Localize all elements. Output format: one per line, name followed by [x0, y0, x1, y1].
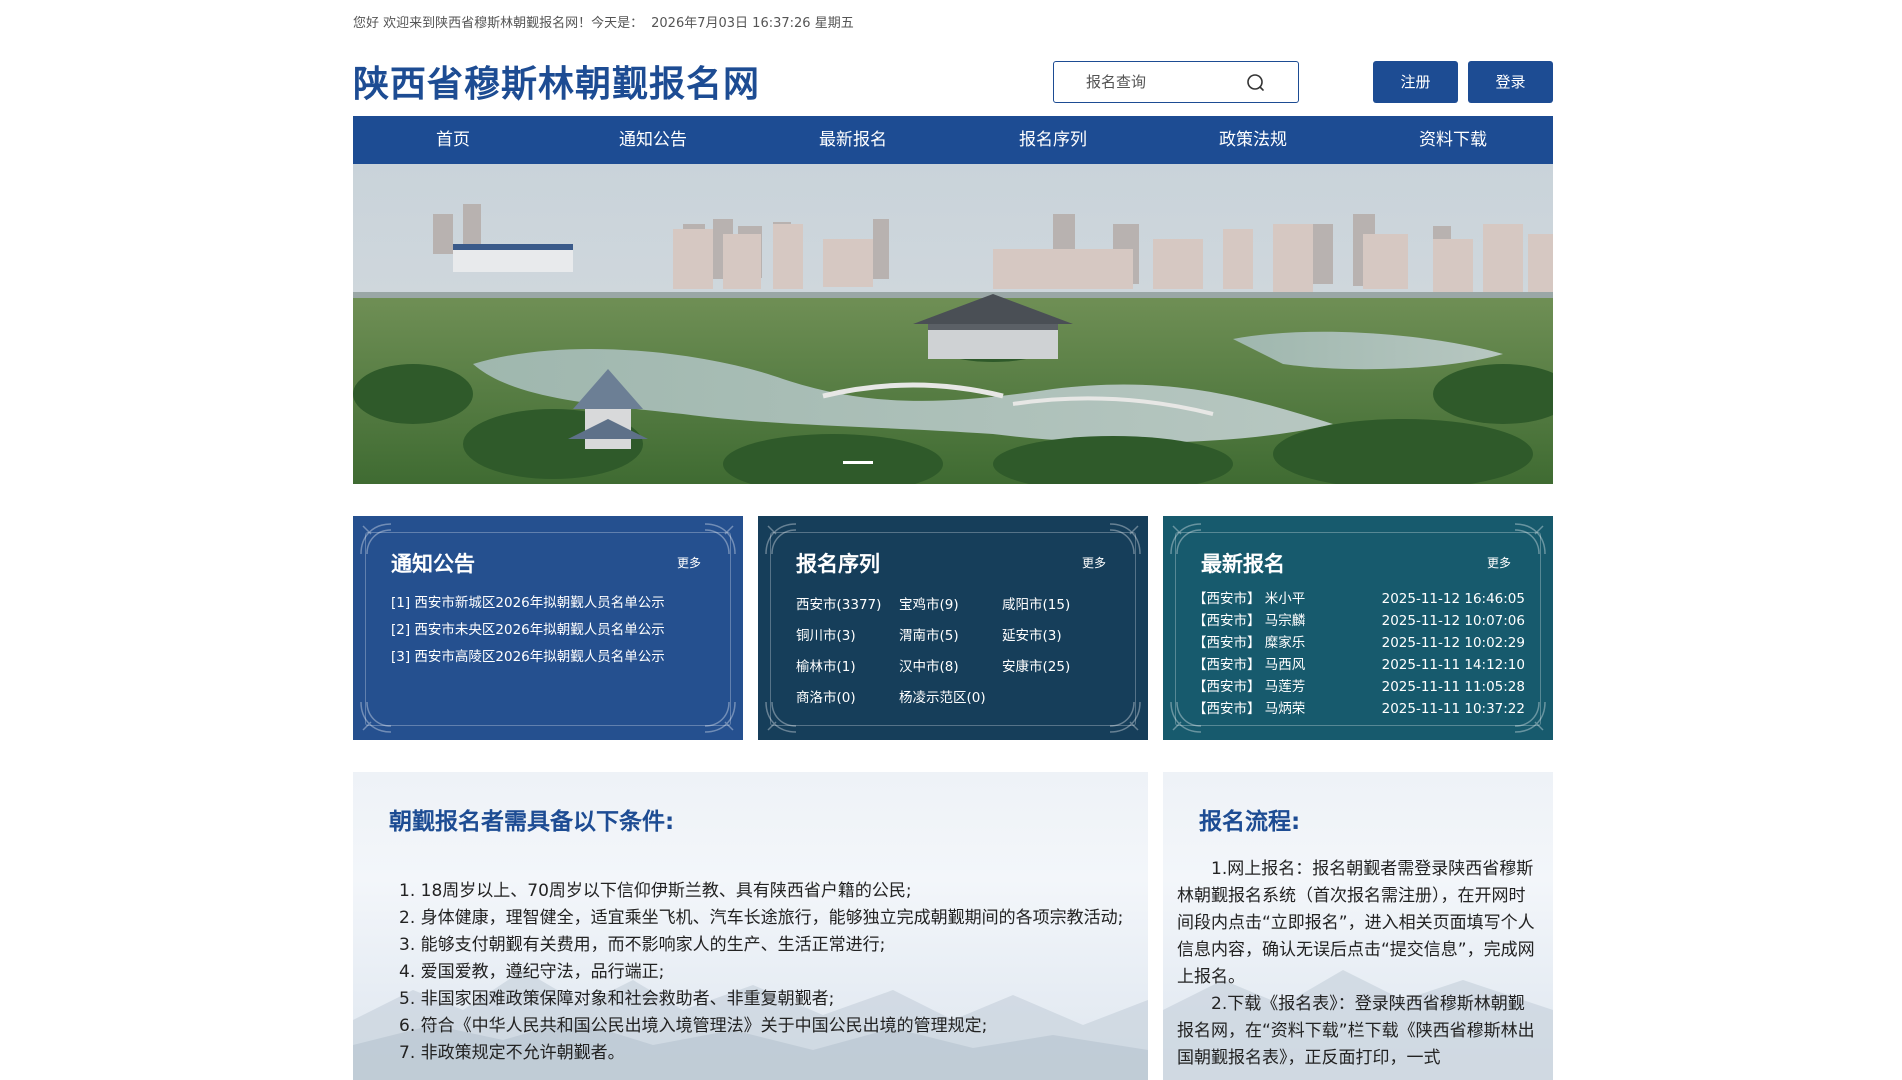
- notice-list: [1] 西安市新城区2026年拟朝觐人员名单公示 [2] 西安市未央区2026年…: [391, 590, 665, 671]
- sequence-item[interactable]: 汉中市(8): [899, 652, 1002, 683]
- ornament-icon: [1170, 523, 1202, 555]
- condition-item: 2. 身体健康，理智健全，适宜乘坐飞机、汽车长途旅行，能够独立完成朝觐期间的各项…: [399, 908, 1124, 928]
- latest-more-link[interactable]: 更多: [1487, 554, 1511, 571]
- process-step: 1.网上报名：报名朝觐者需登录陕西省穆斯林朝觐报名系统（首次报名需注册），在开网…: [1177, 859, 1535, 987]
- list-item[interactable]: 【西安市】 马宗麟 2025-11-12 10:07:06: [1193, 610, 1525, 632]
- nav-item-downloads[interactable]: 资料下载: [1353, 116, 1553, 164]
- condition-item: 3. 能够支付朝觐有关费用，而不影响家人的生产、生活正常进行;: [399, 935, 886, 955]
- latest-card: 最新报名 更多 【西安市】 米小平 2025-11-12 16:46:05 【西安…: [1163, 516, 1553, 740]
- registration-time: 2025-11-11 10:37:22: [1381, 701, 1525, 717]
- registrant-name: 【西安市】 米小平: [1193, 591, 1306, 607]
- condition-item: 4. 爱国爱教，遵纪守法，品行端正;: [399, 962, 665, 982]
- sequence-item[interactable]: 西安市(3377): [796, 590, 899, 621]
- registrant-name: 【西安市】 马莲芳: [1193, 679, 1306, 695]
- process-step: 2.下载《报名表》：登录陕西省穆斯林朝觐报名网，在“资料下载”栏下载《陕西省穆斯…: [1177, 994, 1535, 1068]
- banner-pagination: [843, 461, 873, 464]
- search-box[interactable]: [1053, 61, 1299, 103]
- conditions-title: 朝觐报名者需具备以下条件:: [389, 809, 675, 835]
- process-panel: 报名流程: 1.网上报名：报名朝觐者需登录陕西省穆斯林朝觐报名系统（首次报名需注…: [1163, 772, 1553, 1080]
- list-item[interactable]: 【西安市】 马西风 2025-11-11 14:12:10: [1193, 654, 1525, 676]
- sequence-item[interactable]: 渭南市(5): [899, 621, 1002, 652]
- hero-banner[interactable]: [353, 164, 1553, 484]
- list-item[interactable]: 【西安市】 糜家乐 2025-11-12 10:02:29: [1193, 632, 1525, 654]
- notice-more-link[interactable]: 更多: [677, 554, 701, 571]
- registrant-name: 【西安市】 糜家乐: [1193, 635, 1306, 651]
- ornament-icon: [1109, 523, 1141, 555]
- list-item[interactable]: 【西安市】 马炳荣 2025-11-11 10:37:22: [1193, 698, 1525, 720]
- greeting-bar: 您好 欢迎来到陕西省穆斯林朝觐报名网！今天是： 2026年7月03日 16:37:…: [353, 14, 1553, 34]
- condition-item: 7. 非政策规定不允许朝觐者。: [399, 1043, 625, 1063]
- registration-time: 2025-11-11 11:05:28: [1381, 679, 1525, 695]
- registration-time: 2025-11-12 16:46:05: [1381, 591, 1525, 607]
- process-title: 报名流程:: [1199, 809, 1301, 835]
- conditions-panel: 朝觐报名者需具备以下条件: 1. 18周岁以上、70周岁以下信仰伊斯兰教、具有陕…: [353, 772, 1148, 1080]
- condition-item: 6. 符合《中华人民共和国公民出境入境管理法》关于中国公民出境的管理规定;: [399, 1016, 988, 1036]
- notice-card: 通知公告 更多 [1] 西安市新城区2026年拟朝觐人员名单公示 [2] 西安市…: [353, 516, 743, 740]
- list-item[interactable]: 【西安市】 马莲芳 2025-11-11 11:05:28: [1193, 676, 1525, 698]
- process-text: 1.网上报名：报名朝觐者需登录陕西省穆斯林朝觐报名系统（首次报名需注册），在开网…: [1177, 856, 1539, 1072]
- greeting-text: 您好 欢迎来到陕西省穆斯林朝觐报名网！今天是：: [353, 16, 644, 31]
- ornament-icon: [765, 523, 797, 555]
- notice-card-title: 通知公告: [391, 552, 475, 576]
- sequence-item[interactable]: 榆林市(1): [796, 652, 899, 683]
- banner-image: [353, 164, 1553, 484]
- search-icon[interactable]: [1246, 73, 1266, 93]
- nav-item-latest[interactable]: 最新报名: [753, 116, 953, 164]
- nav-item-policy[interactable]: 政策法规: [1153, 116, 1353, 164]
- registrant-name: 【西安市】 马炳荣: [1193, 701, 1306, 717]
- sequence-more-link[interactable]: 更多: [1082, 554, 1106, 571]
- registrant-name: 【西安市】 马西风: [1193, 657, 1306, 673]
- notice-item[interactable]: [2] 西安市未央区2026年拟朝觐人员名单公示: [391, 617, 665, 644]
- sequence-item[interactable]: 宝鸡市(9): [899, 590, 1002, 621]
- sequence-item[interactable]: 杨凌示范区(0): [899, 683, 1002, 714]
- ornament-icon: [360, 523, 392, 555]
- list-item[interactable]: 【西安市】 米小平 2025-11-12 16:46:05: [1193, 588, 1525, 610]
- notice-item[interactable]: [3] 西安市高陵区2026年拟朝觐人员名单公示: [391, 644, 665, 671]
- sequence-card-title: 报名序列: [796, 552, 880, 576]
- registration-time: 2025-11-11 14:12:10: [1381, 657, 1525, 673]
- banner-dot[interactable]: [843, 461, 873, 464]
- search-input[interactable]: [1086, 72, 1236, 92]
- latest-list: 【西安市】 米小平 2025-11-12 16:46:05 【西安市】 马宗麟 20…: [1193, 588, 1525, 720]
- site-title[interactable]: 陕西省穆斯林朝觐报名网: [353, 62, 760, 108]
- sequence-item[interactable]: 安康市(25): [1002, 652, 1105, 683]
- register-button[interactable]: 注册: [1373, 61, 1458, 103]
- condition-item: 5. 非国家困难政策保障对象和社会救助者、非重复朝觐者;: [399, 989, 835, 1009]
- registrant-name: 【西安市】 马宗麟: [1193, 613, 1306, 629]
- nav-item-home[interactable]: 首页: [353, 116, 553, 164]
- conditions-list: 1. 18周岁以上、70周岁以下信仰伊斯兰教、具有陕西省户籍的公民; 2. 身体…: [399, 878, 1129, 1067]
- main-nav: 首页 通知公告 最新报名 报名序列 政策法规 资料下载: [353, 116, 1553, 164]
- site-header: 陕西省穆斯林朝觐报名网 注册 登录: [353, 58, 1553, 112]
- sequence-item[interactable]: 铜川市(3): [796, 621, 899, 652]
- nav-item-notices[interactable]: 通知公告: [553, 116, 753, 164]
- current-datetime: 2026年7月03日 16:37:26 星期五: [651, 16, 854, 31]
- condition-item: 1. 18周岁以上、70周岁以下信仰伊斯兰教、具有陕西省户籍的公民;: [399, 881, 912, 901]
- ornament-icon: [1514, 523, 1546, 555]
- ornament-icon: [360, 701, 392, 733]
- ornament-icon: [765, 701, 797, 733]
- sequence-grid: 西安市(3377) 宝鸡市(9) 咸阳市(15) 铜川市(3) 渭南市(5) 延…: [796, 590, 1126, 714]
- latest-card-title: 最新报名: [1201, 552, 1285, 576]
- sequence-item[interactable]: 商洛市(0): [796, 683, 899, 714]
- sequence-item[interactable]: 咸阳市(15): [1002, 590, 1105, 621]
- notice-item[interactable]: [1] 西安市新城区2026年拟朝觐人员名单公示: [391, 590, 665, 617]
- ornament-icon: [704, 701, 736, 733]
- nav-item-sequence[interactable]: 报名序列: [953, 116, 1153, 164]
- registration-time: 2025-11-12 10:02:29: [1381, 635, 1525, 651]
- registration-time: 2025-11-12 10:07:06: [1381, 613, 1525, 629]
- ornament-icon: [704, 523, 736, 555]
- sequence-item[interactable]: 延安市(3): [1002, 621, 1105, 652]
- login-button[interactable]: 登录: [1468, 61, 1553, 103]
- sequence-card: 报名序列 更多 西安市(3377) 宝鸡市(9) 咸阳市(15) 铜川市(3) …: [758, 516, 1148, 740]
